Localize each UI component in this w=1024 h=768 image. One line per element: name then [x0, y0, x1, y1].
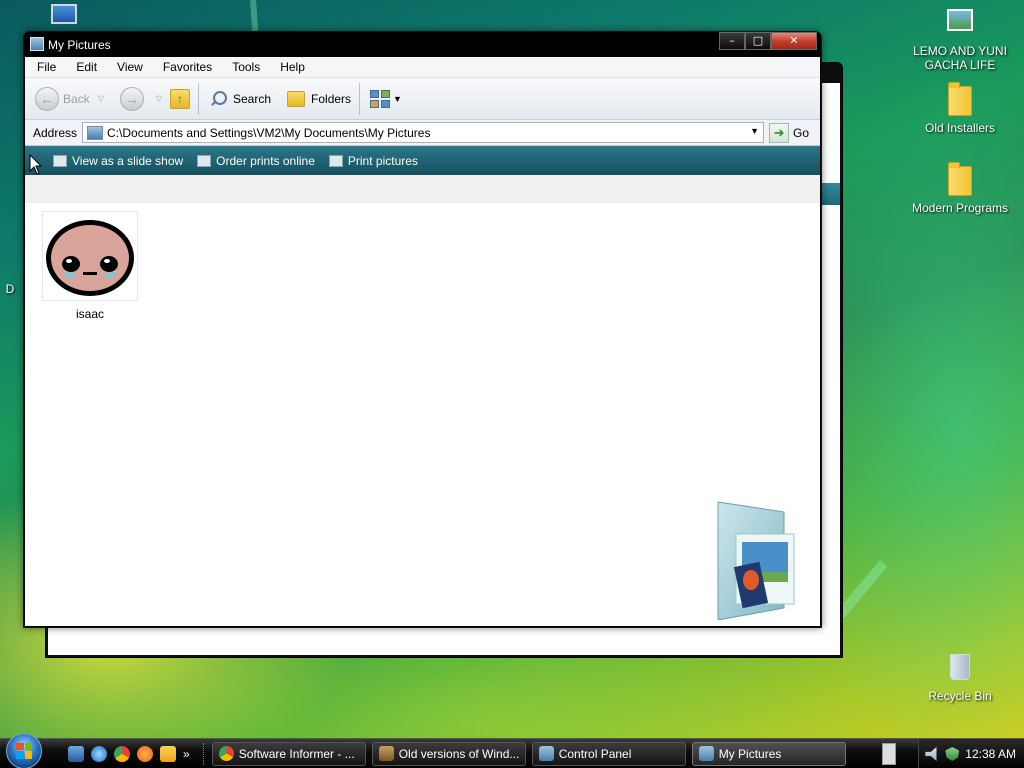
title-bar[interactable]: My Pictures – □ ✕ — [24, 32, 821, 57]
task-order-prints[interactable]: Order prints online — [197, 154, 315, 168]
window-client: File Edit View Favorites Tools Help ← Ba… — [25, 57, 820, 626]
task-slideshow[interactable]: View as a slide show — [53, 154, 183, 168]
folder-icon — [944, 82, 976, 118]
quick-launch-overflow-icon[interactable]: » — [183, 747, 190, 761]
folder-window-icon — [698, 746, 714, 761]
go-arrow-icon: ➜ — [769, 122, 790, 143]
file-item[interactable]: isaac — [41, 211, 139, 321]
desktop-icon-old-installers[interactable]: Old Installers — [910, 82, 1010, 135]
security-center-icon[interactable] — [945, 747, 960, 761]
taskbar-button-control-panel[interactable]: Control Panel — [531, 741, 686, 766]
menu-help[interactable]: Help — [268, 60, 313, 74]
my-pictures-icon — [30, 37, 44, 51]
address-path: C:\Documents and Settings\VM2\My Documen… — [107, 125, 431, 140]
address-dropdown-icon[interactable]: ▼ — [750, 126, 759, 136]
address-label: Address — [33, 125, 78, 140]
printer-icon — [328, 154, 343, 167]
media-player-icon[interactable] — [160, 745, 176, 762]
up-folder-button[interactable]: ↑ — [170, 88, 190, 109]
task-print-pictures[interactable]: Print pictures — [328, 154, 418, 168]
menu-favorites[interactable]: Favorites — [151, 60, 220, 74]
desktop-icon-label: Old Installers — [924, 121, 996, 135]
caption-buttons: – □ ✕ — [719, 32, 817, 50]
firefox-icon[interactable] — [137, 745, 153, 762]
menu-tools[interactable]: Tools — [220, 60, 268, 74]
desktop-icon-label: Modern Programs — [911, 201, 1009, 215]
search-label: Search — [233, 91, 272, 106]
taskbar-button-software-informer[interactable]: Software Informer - ... — [211, 741, 366, 766]
control-panel-icon — [538, 746, 554, 761]
desktop-icon-modern-programs[interactable]: Modern Programs — [910, 162, 1010, 215]
go-button[interactable]: ➜ Go — [769, 122, 810, 143]
keyboard-icon[interactable] — [882, 743, 896, 765]
views-icon — [370, 89, 391, 108]
forward-dropdown-icon[interactable]: ▽ — [156, 94, 162, 103]
address-bar: Address C:\Documents and Settings\VM2\My… — [25, 120, 820, 146]
chrome-icon[interactable] — [114, 745, 130, 762]
folders-label: Folders — [311, 91, 352, 106]
taskbar-button-old-versions[interactable]: Old versions of Wind... — [371, 741, 526, 766]
isaac-face-icon — [46, 220, 134, 296]
folders-icon — [287, 90, 306, 107]
folders-button[interactable]: Folders — [287, 90, 352, 107]
forward-arrow-icon: → — [119, 86, 144, 111]
search-button[interactable]: Search — [209, 90, 271, 108]
windows-logo-icon — [16, 742, 32, 759]
desktop-icon-label: LEMO AND YUNI GACHA LIFE — [913, 44, 1007, 72]
back-label: Back — [63, 91, 90, 106]
close-button[interactable]: ✕ — [771, 32, 817, 50]
menu-edit[interactable]: Edit — [64, 60, 105, 74]
file-view[interactable]: isaac — [25, 203, 820, 626]
volume-icon[interactable] — [925, 747, 937, 761]
image-file-icon — [944, 9, 976, 41]
app-icon — [378, 746, 394, 761]
system-tray: 12:38 AM — [918, 739, 1024, 768]
search-icon — [209, 90, 227, 108]
back-arrow-icon: ← — [35, 86, 59, 111]
window-title: My Pictures — [48, 38, 111, 52]
go-label: Go — [793, 125, 810, 140]
up-folder-icon: ↑ — [170, 88, 190, 109]
toolbar: ← Back ▽ → ▽ ↑ Search Folders ▼ — [25, 78, 820, 120]
quick-launch: » — [68, 745, 197, 762]
slideshow-icon — [53, 154, 67, 167]
desktop-icon-recycle-bin[interactable]: Recycle Bin — [910, 652, 1010, 703]
internet-explorer-icon[interactable] — [91, 745, 107, 762]
clock[interactable]: 12:38 AM — [965, 747, 1016, 761]
back-button[interactable]: ← Back ▽ — [35, 86, 104, 111]
forward-button[interactable]: → ▽ — [119, 86, 162, 111]
desktop-icon-label: Recycle Bin — [928, 689, 992, 703]
taskbar: » Software Informer - ... Old versions o… — [0, 732, 1024, 768]
mouse-cursor-icon — [29, 154, 43, 175]
views-dropdown-icon: ▼ — [393, 93, 402, 104]
order-prints-icon — [197, 154, 212, 167]
toolbar-separator — [359, 82, 361, 115]
minimize-button[interactable]: – — [719, 32, 745, 50]
back-dropdown-icon[interactable]: ▽ — [98, 94, 104, 103]
image-thumbnail — [42, 211, 138, 301]
taskbar-button-my-pictures[interactable]: My Pictures — [691, 741, 846, 766]
menu-bar: File Edit View Favorites Tools Help — [25, 57, 820, 78]
taskbar-grip — [202, 742, 206, 765]
start-button[interactable] — [6, 732, 42, 768]
recycle-bin-icon — [944, 654, 976, 686]
views-button[interactable]: ▼ — [370, 89, 402, 108]
maximize-button[interactable]: □ — [745, 32, 771, 50]
my-pictures-watermark-icon — [717, 501, 795, 620]
menu-view[interactable]: View — [105, 60, 151, 74]
show-desktop-icon[interactable] — [68, 745, 84, 762]
toolbar-separator — [198, 82, 199, 115]
folder-icon — [944, 162, 976, 198]
picture-tasks-bar: View as a slide show Order prints online… — [25, 146, 820, 175]
file-name: isaac — [75, 307, 104, 321]
menu-file[interactable]: File — [25, 60, 64, 74]
folder-path-icon — [87, 125, 104, 140]
explorer-window: My Pictures – □ ✕ File Edit View Favorit… — [23, 31, 822, 628]
desktop-icon-lemo[interactable]: LEMO AND YUNI GACHA LIFE — [910, 6, 1010, 72]
address-input[interactable]: C:\Documents and Settings\VM2\My Documen… — [82, 122, 765, 143]
chrome-icon — [218, 746, 234, 761]
